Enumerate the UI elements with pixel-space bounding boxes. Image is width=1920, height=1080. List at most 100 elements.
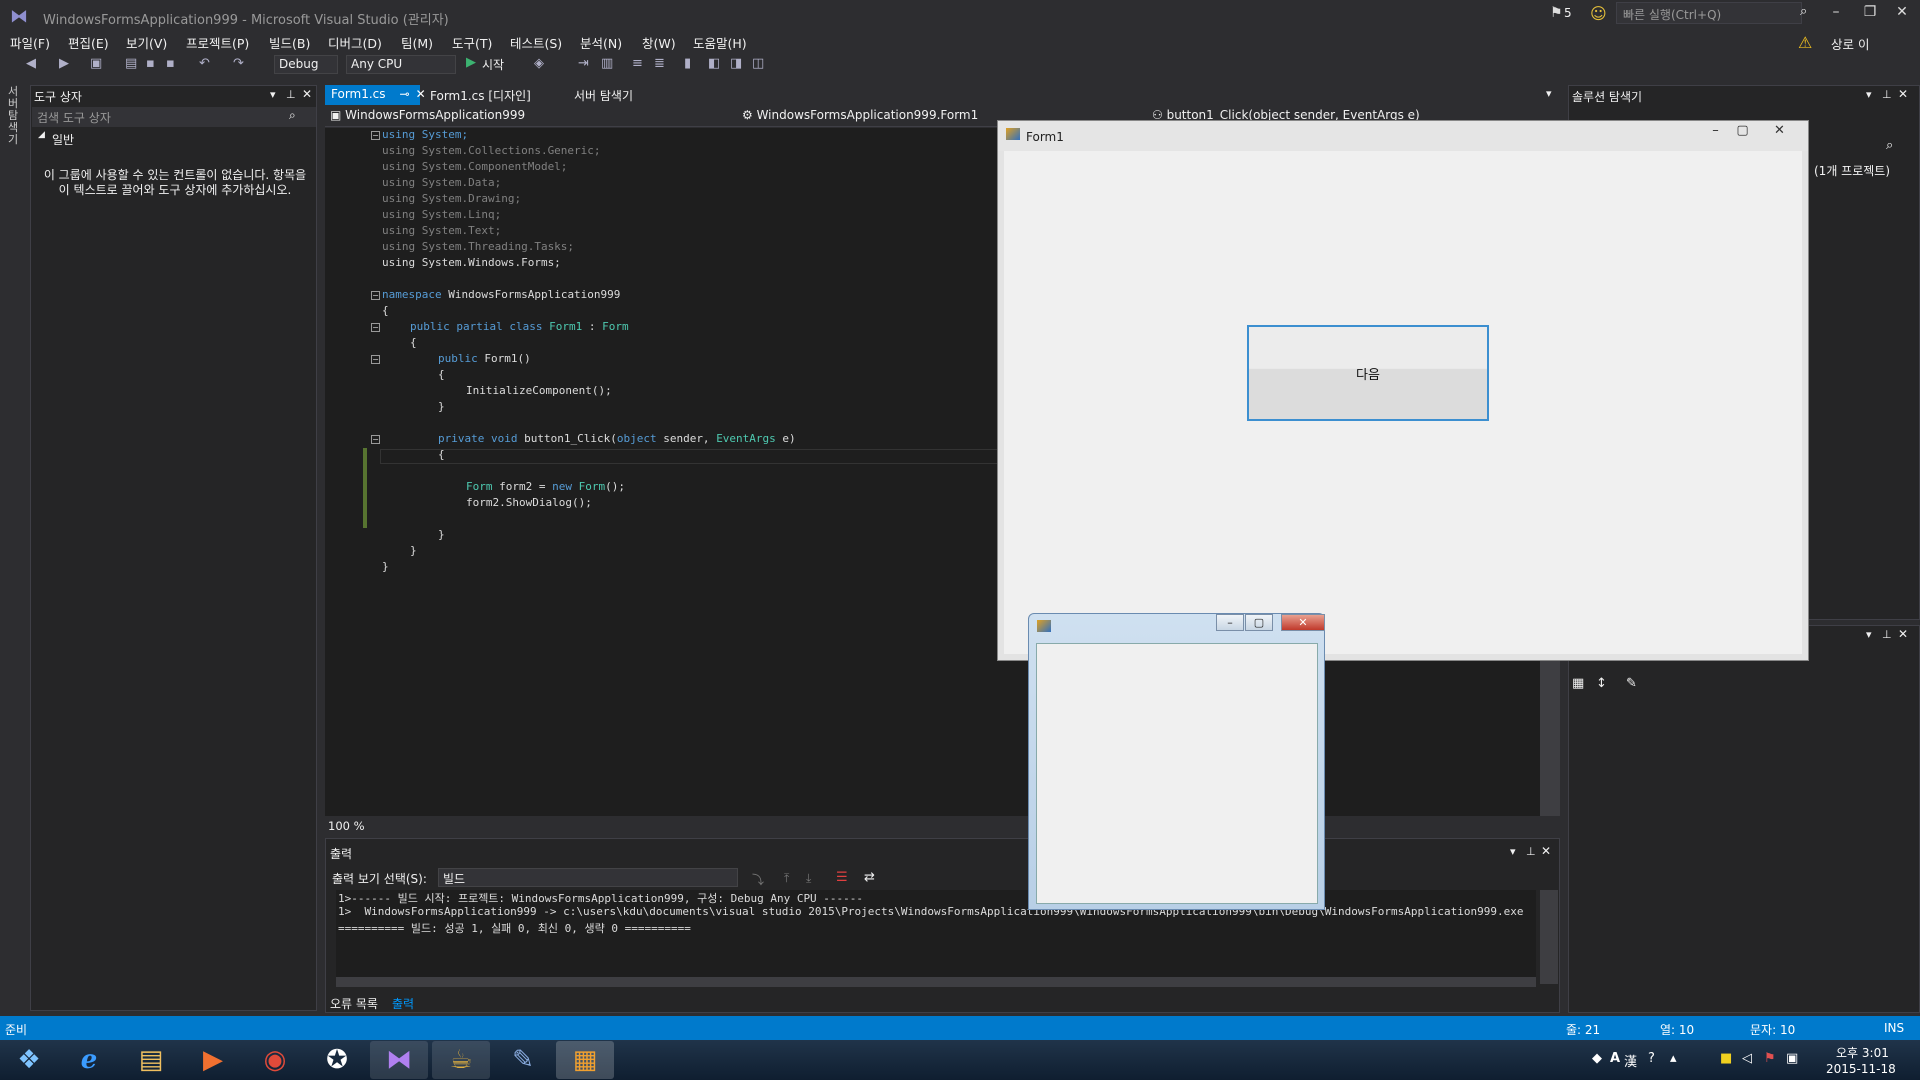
form1-minimize-button[interactable]: – — [1702, 121, 1729, 141]
paint-icon[interactable]: ✎ — [494, 1041, 552, 1079]
java-app-icon[interactable]: ☕ — [432, 1041, 490, 1079]
find-message-icon[interactable]: ⤵ — [752, 871, 764, 888]
tab-server-explorer[interactable]: 서버 탐색기 — [568, 85, 639, 105]
props-pin-icon[interactable]: ⊥ — [1882, 628, 1892, 641]
prev-message-icon[interactable]: ⤒ — [784, 871, 789, 886]
restore-button[interactable]: ❐ — [1856, 4, 1884, 26]
form2-close-button[interactable]: ✕ — [1281, 614, 1325, 631]
start-icon[interactable]: ▶ — [466, 55, 476, 70]
menu-debug[interactable]: 디버그(D) — [328, 33, 382, 52]
network-icon[interactable]: ▣ — [1786, 1051, 1798, 1066]
menu-file[interactable]: 파일(F) — [10, 33, 50, 52]
feedback-smiley-icon[interactable]: ☺ — [1590, 4, 1607, 23]
config-dropdown[interactable]: Debug — [274, 55, 338, 74]
back-icon[interactable]: ◀ — [26, 56, 36, 71]
user-account[interactable]: 상로 이 — [1831, 34, 1869, 53]
server-explorer-side-tab[interactable]: 서버 탐색기 — [8, 86, 20, 146]
new-project-icon[interactable]: ▣ — [90, 56, 102, 71]
output-close-icon[interactable]: ✕ — [1541, 844, 1551, 858]
se-close-icon[interactable]: ✕ — [1898, 87, 1908, 101]
alphabetical-icon[interactable]: ↕ — [1596, 676, 1607, 691]
clear-bookmark-icon[interactable]: ◫ — [752, 56, 764, 71]
props-menu-icon[interactable]: ▾ — [1866, 628, 1872, 641]
clock-time[interactable]: 오후 3:01 — [1836, 1044, 1889, 1061]
output-source-dropdown[interactable]: 빌드 — [438, 868, 738, 887]
toolbox-menu-icon[interactable]: ▾ — [270, 88, 276, 101]
form1-title-bar[interactable] — [998, 121, 1808, 151]
project-dropdown[interactable]: ▣ WindowsFormsApplication999 — [330, 108, 730, 122]
redo-icon[interactable]: ↷ — [233, 56, 244, 71]
close-button[interactable]: ✕ — [1888, 4, 1916, 26]
compass-app-icon[interactable]: ✪ — [308, 1041, 366, 1079]
file-explorer-icon[interactable]: ▤ — [122, 1041, 180, 1079]
tab-form1-designer[interactable]: Form1.cs [디자인] — [424, 85, 537, 105]
notification-flag-icon[interactable]: ⚑ — [1550, 5, 1563, 21]
forward-icon[interactable]: ▶ — [59, 56, 69, 71]
menu-team[interactable]: 팀(M) — [401, 33, 433, 52]
fold-toggle-icon[interactable]: − — [371, 323, 380, 332]
search-icon[interactable]: ⌕ — [1800, 4, 1807, 19]
bookmark-icon[interactable]: ▮ — [684, 56, 691, 71]
class-dropdown[interactable]: ⚙ WindowsFormsApplication999.Form1 — [742, 108, 1142, 122]
se-pin-icon[interactable]: ⊥ — [1882, 88, 1892, 101]
menu-tools[interactable]: 도구(T) — [452, 33, 492, 52]
toolbox-close-icon[interactable]: ✕ — [302, 87, 312, 101]
step-icon[interactable]: ⇥ — [578, 56, 589, 71]
minimize-button[interactable]: – — [1822, 4, 1850, 26]
tray-shield-icon[interactable]: ◆ — [1592, 1051, 1602, 1066]
tray-notify-icon[interactable]: ■ — [1720, 1051, 1732, 1066]
next-message-icon[interactable]: ⤓ — [806, 871, 811, 886]
notification-count[interactable]: 5 — [1564, 6, 1572, 20]
internet-explorer-icon[interactable]: ℯ — [60, 1041, 118, 1079]
media-player-icon[interactable]: ▶ — [184, 1041, 242, 1079]
collapse-arrow-icon[interactable]: ◢ — [38, 130, 45, 140]
output-horizontal-scrollbar[interactable] — [336, 977, 1536, 987]
chrome-icon[interactable]: ◉ — [246, 1041, 304, 1079]
layout-icon[interactable]: ▥ — [601, 56, 613, 71]
tab-pin-icon[interactable]: ⊸ — [400, 87, 410, 101]
volume-icon[interactable]: ◁ — [1742, 1051, 1752, 1066]
toolbox-pin-icon[interactable]: ⊥ — [286, 88, 296, 101]
menu-analyze[interactable]: 분석(N) — [580, 33, 622, 52]
winforms-app-taskbar-icon[interactable]: ▦ — [556, 1041, 614, 1079]
form1-close-button[interactable]: ✕ — [1766, 121, 1793, 141]
output-vertical-scrollbar[interactable] — [1540, 890, 1558, 984]
prev-bookmark-icon[interactable]: ◧ — [708, 56, 720, 71]
categorized-icon[interactable]: ▦ — [1572, 676, 1584, 691]
zoom-level-dropdown[interactable]: 100 % — [328, 819, 365, 833]
output-menu-icon[interactable]: ▾ — [1510, 845, 1516, 858]
start-button[interactable]: 시작 — [482, 56, 504, 73]
ime-hanja-icon[interactable]: 漢 — [1624, 1051, 1637, 1070]
tab-error-list[interactable]: 오류 목록 — [330, 995, 378, 1012]
action-center-icon[interactable]: ⚑ — [1764, 1051, 1776, 1066]
word-wrap-icon[interactable]: ⇄ — [864, 870, 875, 885]
props-close-icon[interactable]: ✕ — [1898, 627, 1908, 641]
save-all-icon[interactable]: ▪ — [166, 56, 175, 71]
se-menu-icon[interactable]: ▾ — [1866, 88, 1872, 101]
save-icon[interactable]: ▪ — [146, 56, 155, 71]
search-icon[interactable]: ⌕ — [289, 108, 296, 123]
menu-help[interactable]: 도움말(H) — [693, 33, 747, 52]
fold-toggle-icon[interactable]: − — [371, 291, 380, 300]
tab-output[interactable]: 출력 — [392, 995, 414, 1012]
form2-maximize-button[interactable]: ▢ — [1245, 614, 1273, 631]
start-menu-icon[interactable]: ❖ — [0, 1041, 58, 1079]
menu-project[interactable]: 프로젝트(P) — [186, 33, 249, 52]
warning-icon[interactable]: ⚠ — [1798, 33, 1812, 52]
quick-launch-input[interactable]: 빠른 실행(Ctrl+Q) — [1616, 2, 1802, 24]
form2-minimize-button[interactable]: – — [1216, 614, 1244, 631]
tab-form1-cs[interactable]: Form1.cs ⊸ ✕ — [325, 85, 426, 105]
output-pin-icon[interactable]: ⊥ — [1526, 845, 1536, 858]
open-file-icon[interactable]: ▤ — [125, 56, 137, 71]
property-pages-icon[interactable]: ✎ — [1626, 676, 1637, 691]
menu-test[interactable]: 테스트(S) — [510, 33, 562, 52]
toolbox-group-general[interactable]: 일반 — [52, 131, 74, 148]
menu-window[interactable]: 창(W) — [642, 33, 676, 52]
clock-date[interactable]: 2015-11-18 — [1826, 1062, 1896, 1076]
ime-mode-icon[interactable]: A — [1610, 1051, 1620, 1066]
toolbox-search-input[interactable]: 검색 도구 상자 — [32, 107, 316, 127]
next-button[interactable]: 다음 — [1247, 325, 1489, 421]
tray-expand-icon[interactable]: ▴ — [1670, 1051, 1677, 1066]
help-icon[interactable]: ? — [1648, 1051, 1655, 1066]
fold-toggle-icon[interactable]: − — [371, 355, 380, 364]
